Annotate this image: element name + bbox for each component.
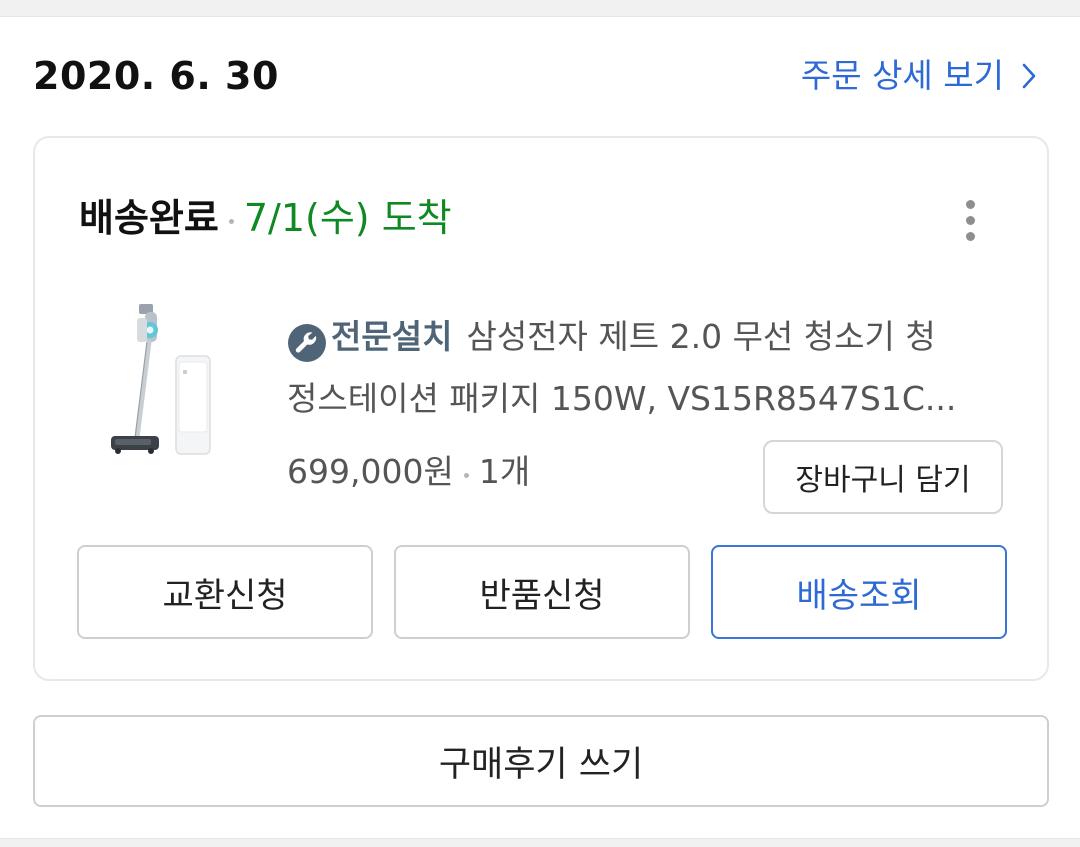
- product-price: 699,000원: [287, 452, 454, 491]
- product-title[interactable]: 전문설치 삼성전자 제트 2.0 무선 청소기 청 정스테이션 패키지 150W…: [287, 306, 999, 430]
- order-sheet: 2020. 6. 30 주문 상세 보기 배송완료 7/1(수) 도착 전문설치…: [0, 16, 1080, 839]
- product-image[interactable]: [93, 298, 223, 466]
- product-title-part2: 정스테이션 패키지 150W, VS15R8547S1C...: [287, 379, 957, 418]
- order-item-card: 배송완료 7/1(수) 도착 전문설치 삼성전자 제트 2.0 무선 청소기 청…: [33, 136, 1049, 681]
- order-detail-link[interactable]: 주문 상세 보기: [801, 53, 1036, 99]
- install-badge-label: 전문설치: [331, 317, 453, 356]
- separator-dot: [228, 218, 234, 224]
- chevron-right-icon: [1022, 63, 1036, 89]
- track-delivery-button[interactable]: 배송조회: [711, 545, 1007, 639]
- arrival-date: 7/1(수) 도착: [243, 196, 452, 240]
- wrench-icon: [288, 323, 326, 362]
- more-vertical-icon[interactable]: [963, 200, 977, 242]
- write-review-button[interactable]: 구매후기 쓰기: [33, 715, 1049, 807]
- order-detail-link-label: 주문 상세 보기: [800, 56, 1004, 95]
- delivery-status-label: 배송완료: [79, 196, 219, 240]
- exchange-request-button[interactable]: 교환신청: [77, 545, 373, 639]
- return-request-button[interactable]: 반품신청: [394, 545, 690, 639]
- separator-dot: [463, 472, 469, 478]
- delivery-status: 배송완료 7/1(수) 도착: [79, 194, 452, 242]
- add-to-cart-button[interactable]: 장바구니 담기: [763, 440, 1003, 514]
- order-actions: 교환신청 반품신청 배송조회: [77, 545, 1007, 639]
- price-quantity: 699,000원 1개: [287, 448, 530, 496]
- product-title-line: 전문설치 삼성전자 제트 2.0 무선 청소기 청: [287, 306, 999, 368]
- install-badge: 전문설치: [287, 306, 452, 368]
- order-date: 2020. 6. 30: [33, 54, 279, 98]
- product-quantity: 1개: [478, 452, 531, 491]
- product-title-part1: 삼성전자 제트 2.0 무선 청소기 청: [466, 317, 936, 356]
